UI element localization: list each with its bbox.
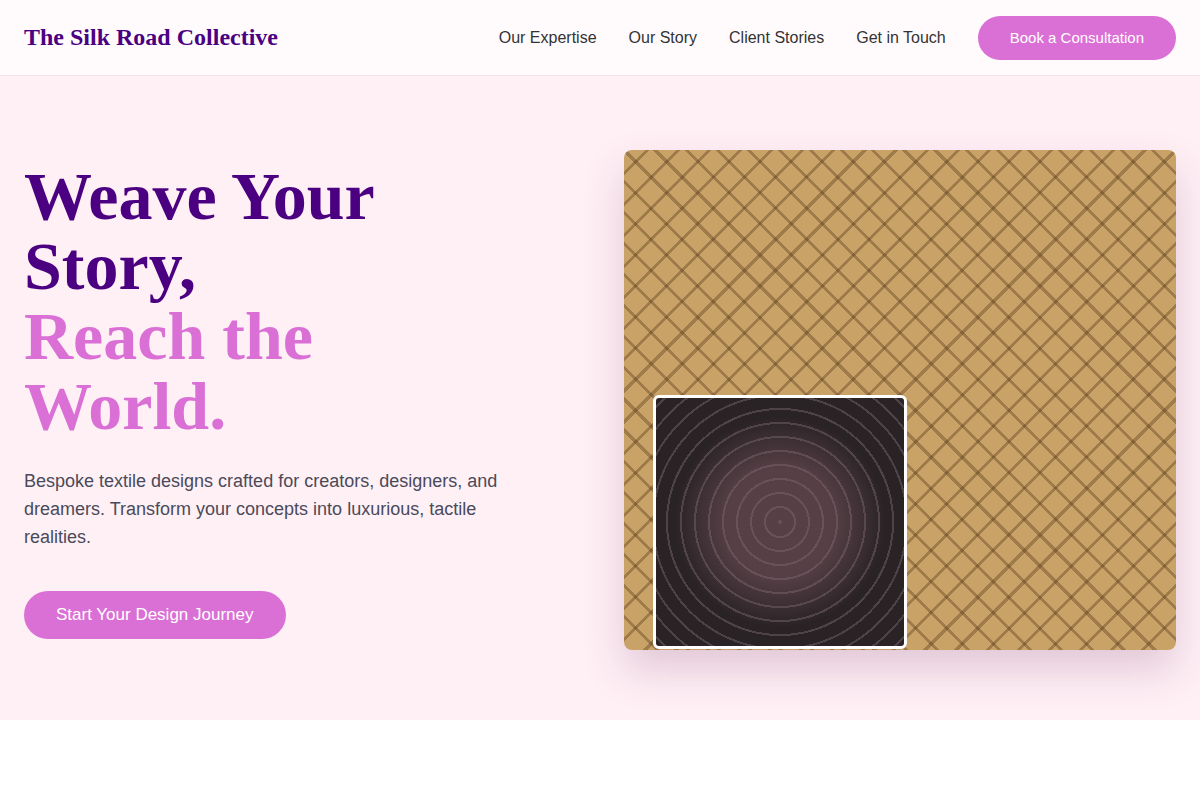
nav-link[interactable]: Our Story: [629, 29, 697, 47]
nav-link[interactable]: Our Expertise: [499, 29, 597, 47]
brand-logo[interactable]: The Silk Road Collective: [24, 24, 278, 51]
below-section: [0, 720, 1200, 800]
hero-description: Bespoke textile designs crafted for crea…: [24, 467, 544, 551]
nav-link[interactable]: Get in Touch: [856, 29, 946, 47]
nav-menu: Our Expertise Our Story Client Stories Get …: [499, 16, 1176, 60]
hero-headline: Weave Your Story,Reach the World.: [24, 161, 464, 441]
headline-highlight: Reach the World.: [24, 301, 464, 441]
consultation-button[interactable]: Book a Consultation: [978, 16, 1176, 60]
design-journey-button[interactable]: Start Your Design Journey: [24, 591, 286, 639]
hero-text: Weave Your Story,Reach the World. Bespoke…: [24, 161, 576, 639]
nav-link[interactable]: Client Stories: [729, 29, 824, 47]
hero-gallery: [624, 150, 1176, 650]
navbar: The Silk Road CollectiveOur ExpertiseOur…: [0, 0, 1200, 76]
textile-inset-photo: [653, 395, 907, 649]
headline-main: Weave Your Story,: [24, 161, 464, 301]
page: The Silk Road CollectiveOur ExpertiseOur…: [0, 0, 1200, 800]
hero-section: Weave Your Story,Reach the World. Bespoke…: [0, 76, 1200, 720]
